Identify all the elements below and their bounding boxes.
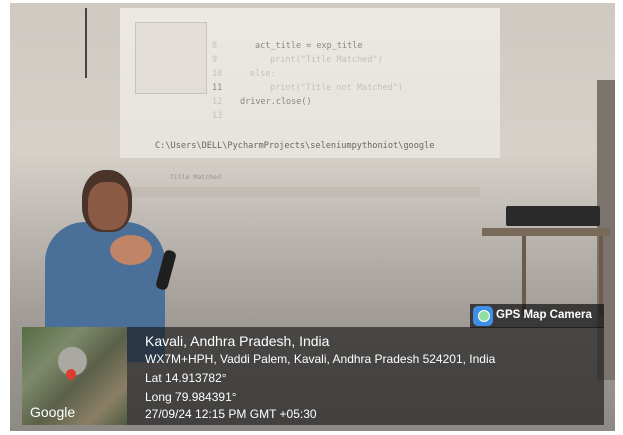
- map-provider-label: Google: [30, 404, 76, 420]
- projected-taskbar: [130, 187, 480, 197]
- code-line: print("Title not Matched"): [270, 83, 404, 93]
- hanging-cable: [85, 8, 97, 78]
- line-number: 8: [212, 41, 218, 51]
- photo-stage: 8 act_title = exp_title 9 print("Title M…: [0, 0, 623, 435]
- gps-badge-label: GPS Map Camera: [496, 309, 592, 321]
- console-path: C:\Users\DELL\PycharmProjects\seleniumpy…: [155, 141, 435, 151]
- gps-map-camera-icon: [473, 306, 493, 326]
- location-address: WX7M+HPH, Vaddi Palem, Kavali, Andhra Pr…: [145, 352, 496, 366]
- line-number: 10: [212, 69, 223, 79]
- console-output: Title Matched: [170, 173, 221, 181]
- datetime-text: 27/09/24 12:15 PM GMT +05:30: [145, 407, 317, 421]
- line-number: 13: [212, 111, 223, 121]
- code-line: else:: [250, 69, 276, 79]
- table-top: [482, 228, 610, 236]
- latitude-text: Lat 14.913782°: [145, 371, 227, 385]
- longitude-text: Long 79.984391°: [145, 390, 237, 404]
- location-title: Kavali, Andhra Pradesh, India: [145, 333, 330, 349]
- line-number: 9: [212, 55, 218, 65]
- presenter-hand: [110, 235, 152, 265]
- code-line: print("Title Matched"): [270, 55, 383, 65]
- code-line: act_title = exp_title: [255, 41, 363, 51]
- ide-project-panel: [135, 22, 207, 94]
- line-number: 11: [212, 83, 223, 93]
- projector-device: [506, 206, 600, 226]
- presenter-face: [88, 182, 128, 230]
- line-number: 12: [212, 97, 223, 107]
- code-line: driver.close(): [240, 97, 312, 107]
